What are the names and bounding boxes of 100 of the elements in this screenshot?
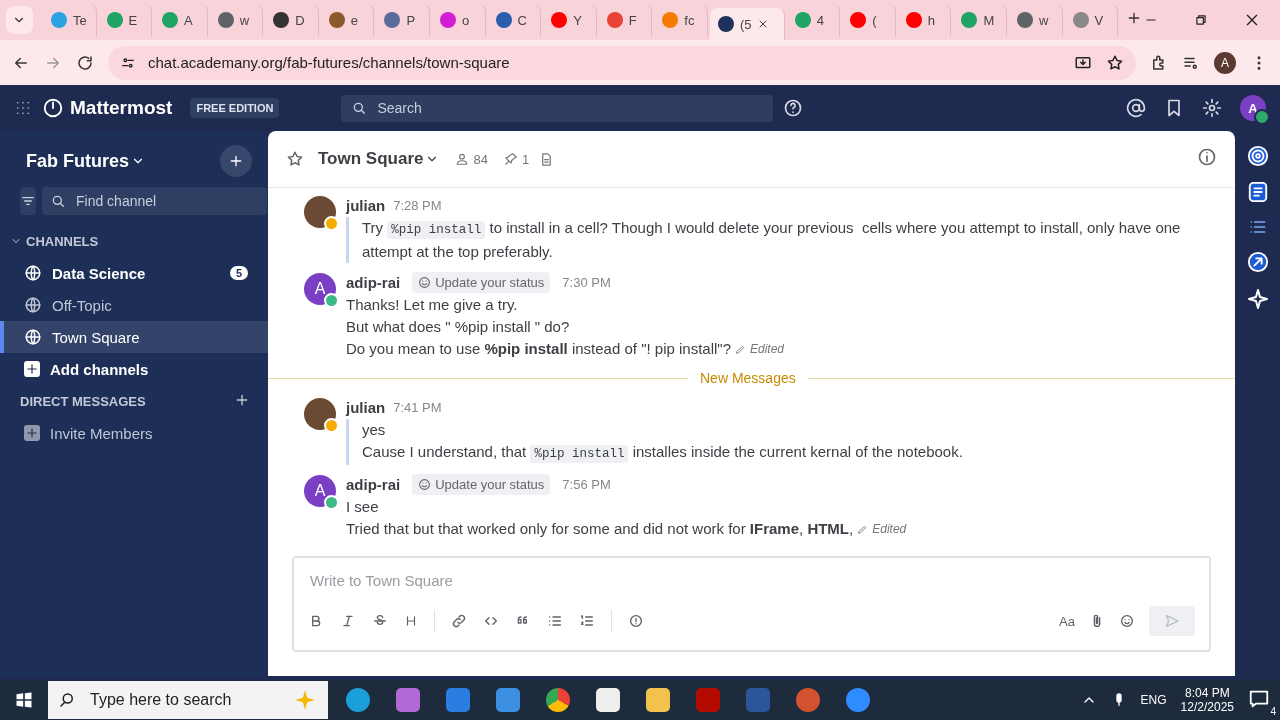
- info-icon[interactable]: [1197, 147, 1217, 167]
- italic-icon[interactable]: [340, 613, 356, 629]
- grid-icon[interactable]: [14, 99, 32, 117]
- mention-icon[interactable]: [1126, 98, 1146, 118]
- author-name[interactable]: julian: [346, 398, 386, 416]
- channel-item[interactable]: Town Square: [0, 321, 268, 353]
- app-icon[interactable]: [546, 688, 570, 712]
- browser-tab[interactable]: (: [842, 4, 896, 36]
- add-channels-button[interactable]: Add channels: [0, 353, 268, 385]
- browser-tab[interactable]: F: [598, 4, 653, 36]
- globe-icon: [24, 264, 42, 282]
- channel-item[interactable]: Off-Topic: [0, 289, 268, 321]
- target-icon[interactable]: [1246, 145, 1269, 167]
- browser-tab[interactable]: Y: [543, 4, 597, 36]
- post-time[interactable]: 7:30 PM: [562, 274, 611, 290]
- address-bar[interactable]: chat.academany.org/fab-futures/channels/town-square: [108, 45, 1136, 80]
- find-channel-input[interactable]: Find channel: [74, 192, 259, 210]
- user-avatar[interactable]: A: [304, 273, 336, 305]
- update-status-button[interactable]: Update your status: [412, 473, 551, 495]
- app-icon[interactable]: [846, 688, 870, 712]
- smiley-icon: [418, 275, 432, 289]
- message-composer[interactable]: Write to Town Square Aa: [292, 556, 1211, 652]
- message-text: Thanks! Let me give a try.: [346, 295, 518, 315]
- heading-icon[interactable]: [404, 614, 418, 628]
- browser-tab[interactable]: C: [487, 4, 542, 36]
- browser-tab[interactable]: w: [1008, 4, 1063, 36]
- language-indicator[interactable]: ENG: [1140, 693, 1167, 707]
- invite-members-button[interactable]: Invite Members: [0, 417, 268, 449]
- search-icon: [50, 193, 66, 209]
- search-field[interactable]: Search: [341, 94, 774, 122]
- emoji-icon[interactable]: [1119, 613, 1135, 629]
- star-icon[interactable]: [1106, 53, 1124, 72]
- member-count[interactable]: 84: [455, 151, 488, 167]
- product-name: Mattermost: [70, 97, 173, 119]
- plus-icon: [25, 362, 39, 376]
- browser-tab[interactable]: e: [320, 4, 375, 36]
- playbook-icon[interactable]: [1246, 251, 1269, 273]
- help-icon[interactable]: [783, 98, 804, 118]
- update-status-button[interactable]: Update your status: [412, 271, 551, 293]
- star-icon[interactable]: [286, 150, 304, 168]
- app-icon[interactable]: [346, 688, 370, 712]
- windows-start-icon[interactable]: [14, 690, 34, 710]
- browser-tab[interactable]: 4: [786, 4, 841, 36]
- pin-icon: [503, 152, 518, 166]
- profile-avatar[interactable]: A: [1214, 51, 1236, 74]
- pinned-count[interactable]: 1: [503, 151, 530, 167]
- browser-tab[interactable]: fc: [654, 4, 708, 36]
- channel-name[interactable]: Town Square: [318, 149, 440, 169]
- section-heading[interactable]: DIRECT MESSAGES: [10, 393, 146, 409]
- priority-icon[interactable]: [628, 613, 644, 629]
- app-icon[interactable]: [496, 688, 520, 712]
- browser-tab[interactable]: M: [953, 4, 1007, 36]
- post-time[interactable]: 7:28 PM: [393, 197, 442, 213]
- user-avatar[interactable]: A: [1240, 95, 1266, 121]
- logo-icon: [42, 97, 64, 119]
- team-name[interactable]: Fab Futures: [26, 150, 145, 172]
- browser-tab[interactable]: P: [376, 4, 430, 36]
- find-channel-field[interactable]: Find channel: [42, 187, 267, 215]
- clock[interactable]: 8:04 PM 12/2/2025: [1180, 686, 1234, 714]
- channel-item[interactable]: Data Science 5: [0, 257, 268, 289]
- formatting-toggle[interactable]: Aa: [1059, 613, 1075, 629]
- browser-tab[interactable]: (5: [709, 8, 785, 40]
- smiley-icon: [418, 477, 432, 491]
- send-icon: [1164, 613, 1180, 629]
- section-heading[interactable]: CHANNELS: [26, 233, 99, 249]
- post-time[interactable]: 7:41 PM: [393, 399, 442, 415]
- settings-icon[interactable]: [1202, 98, 1222, 118]
- author-name[interactable]: adip-rai: [346, 273, 401, 291]
- user-avatar[interactable]: [304, 196, 336, 228]
- taskbar-search-field[interactable]: Type here to search: [48, 681, 328, 719]
- browser-tab[interactable]: E: [98, 4, 153, 36]
- browser-tab[interactable]: A: [154, 4, 208, 36]
- message-text: yes: [362, 420, 386, 440]
- restore-icon[interactable]: [1194, 13, 1209, 27]
- bulleted-list-icon[interactable]: [547, 613, 563, 629]
- globe-icon: [24, 296, 42, 314]
- filter-button[interactable]: [20, 187, 36, 215]
- numbered-list-icon[interactable]: [579, 613, 595, 629]
- browser-tab[interactable]: h: [897, 4, 952, 36]
- add-button[interactable]: [220, 145, 252, 177]
- post-time[interactable]: 7:56 PM: [562, 476, 611, 492]
- edition-label: FREE EDITION: [190, 98, 280, 118]
- user-avatar[interactable]: [304, 398, 336, 430]
- user-avatar[interactable]: A: [304, 475, 336, 507]
- link-icon[interactable]: [451, 613, 467, 629]
- pencil-icon: [857, 523, 869, 535]
- app-icon[interactable]: [646, 688, 670, 712]
- browser-tab[interactable]: o: [432, 4, 486, 36]
- search-input[interactable]: Search: [375, 99, 764, 117]
- taskbar-search-input[interactable]: Type here to search: [88, 690, 280, 710]
- browser-tab[interactable]: V: [1064, 4, 1119, 36]
- app-icon[interactable]: [596, 688, 620, 712]
- sparkle-icon[interactable]: [1245, 287, 1270, 311]
- browser-tab[interactable]: Te: [42, 4, 97, 36]
- browser-tab[interactable]: D: [265, 4, 319, 36]
- board-icon[interactable]: [1246, 181, 1269, 203]
- reload-icon[interactable]: [76, 53, 94, 72]
- author-name[interactable]: julian: [346, 196, 386, 214]
- author-name[interactable]: adip-rai: [346, 475, 401, 493]
- browser-tab[interactable]: w: [209, 4, 264, 36]
